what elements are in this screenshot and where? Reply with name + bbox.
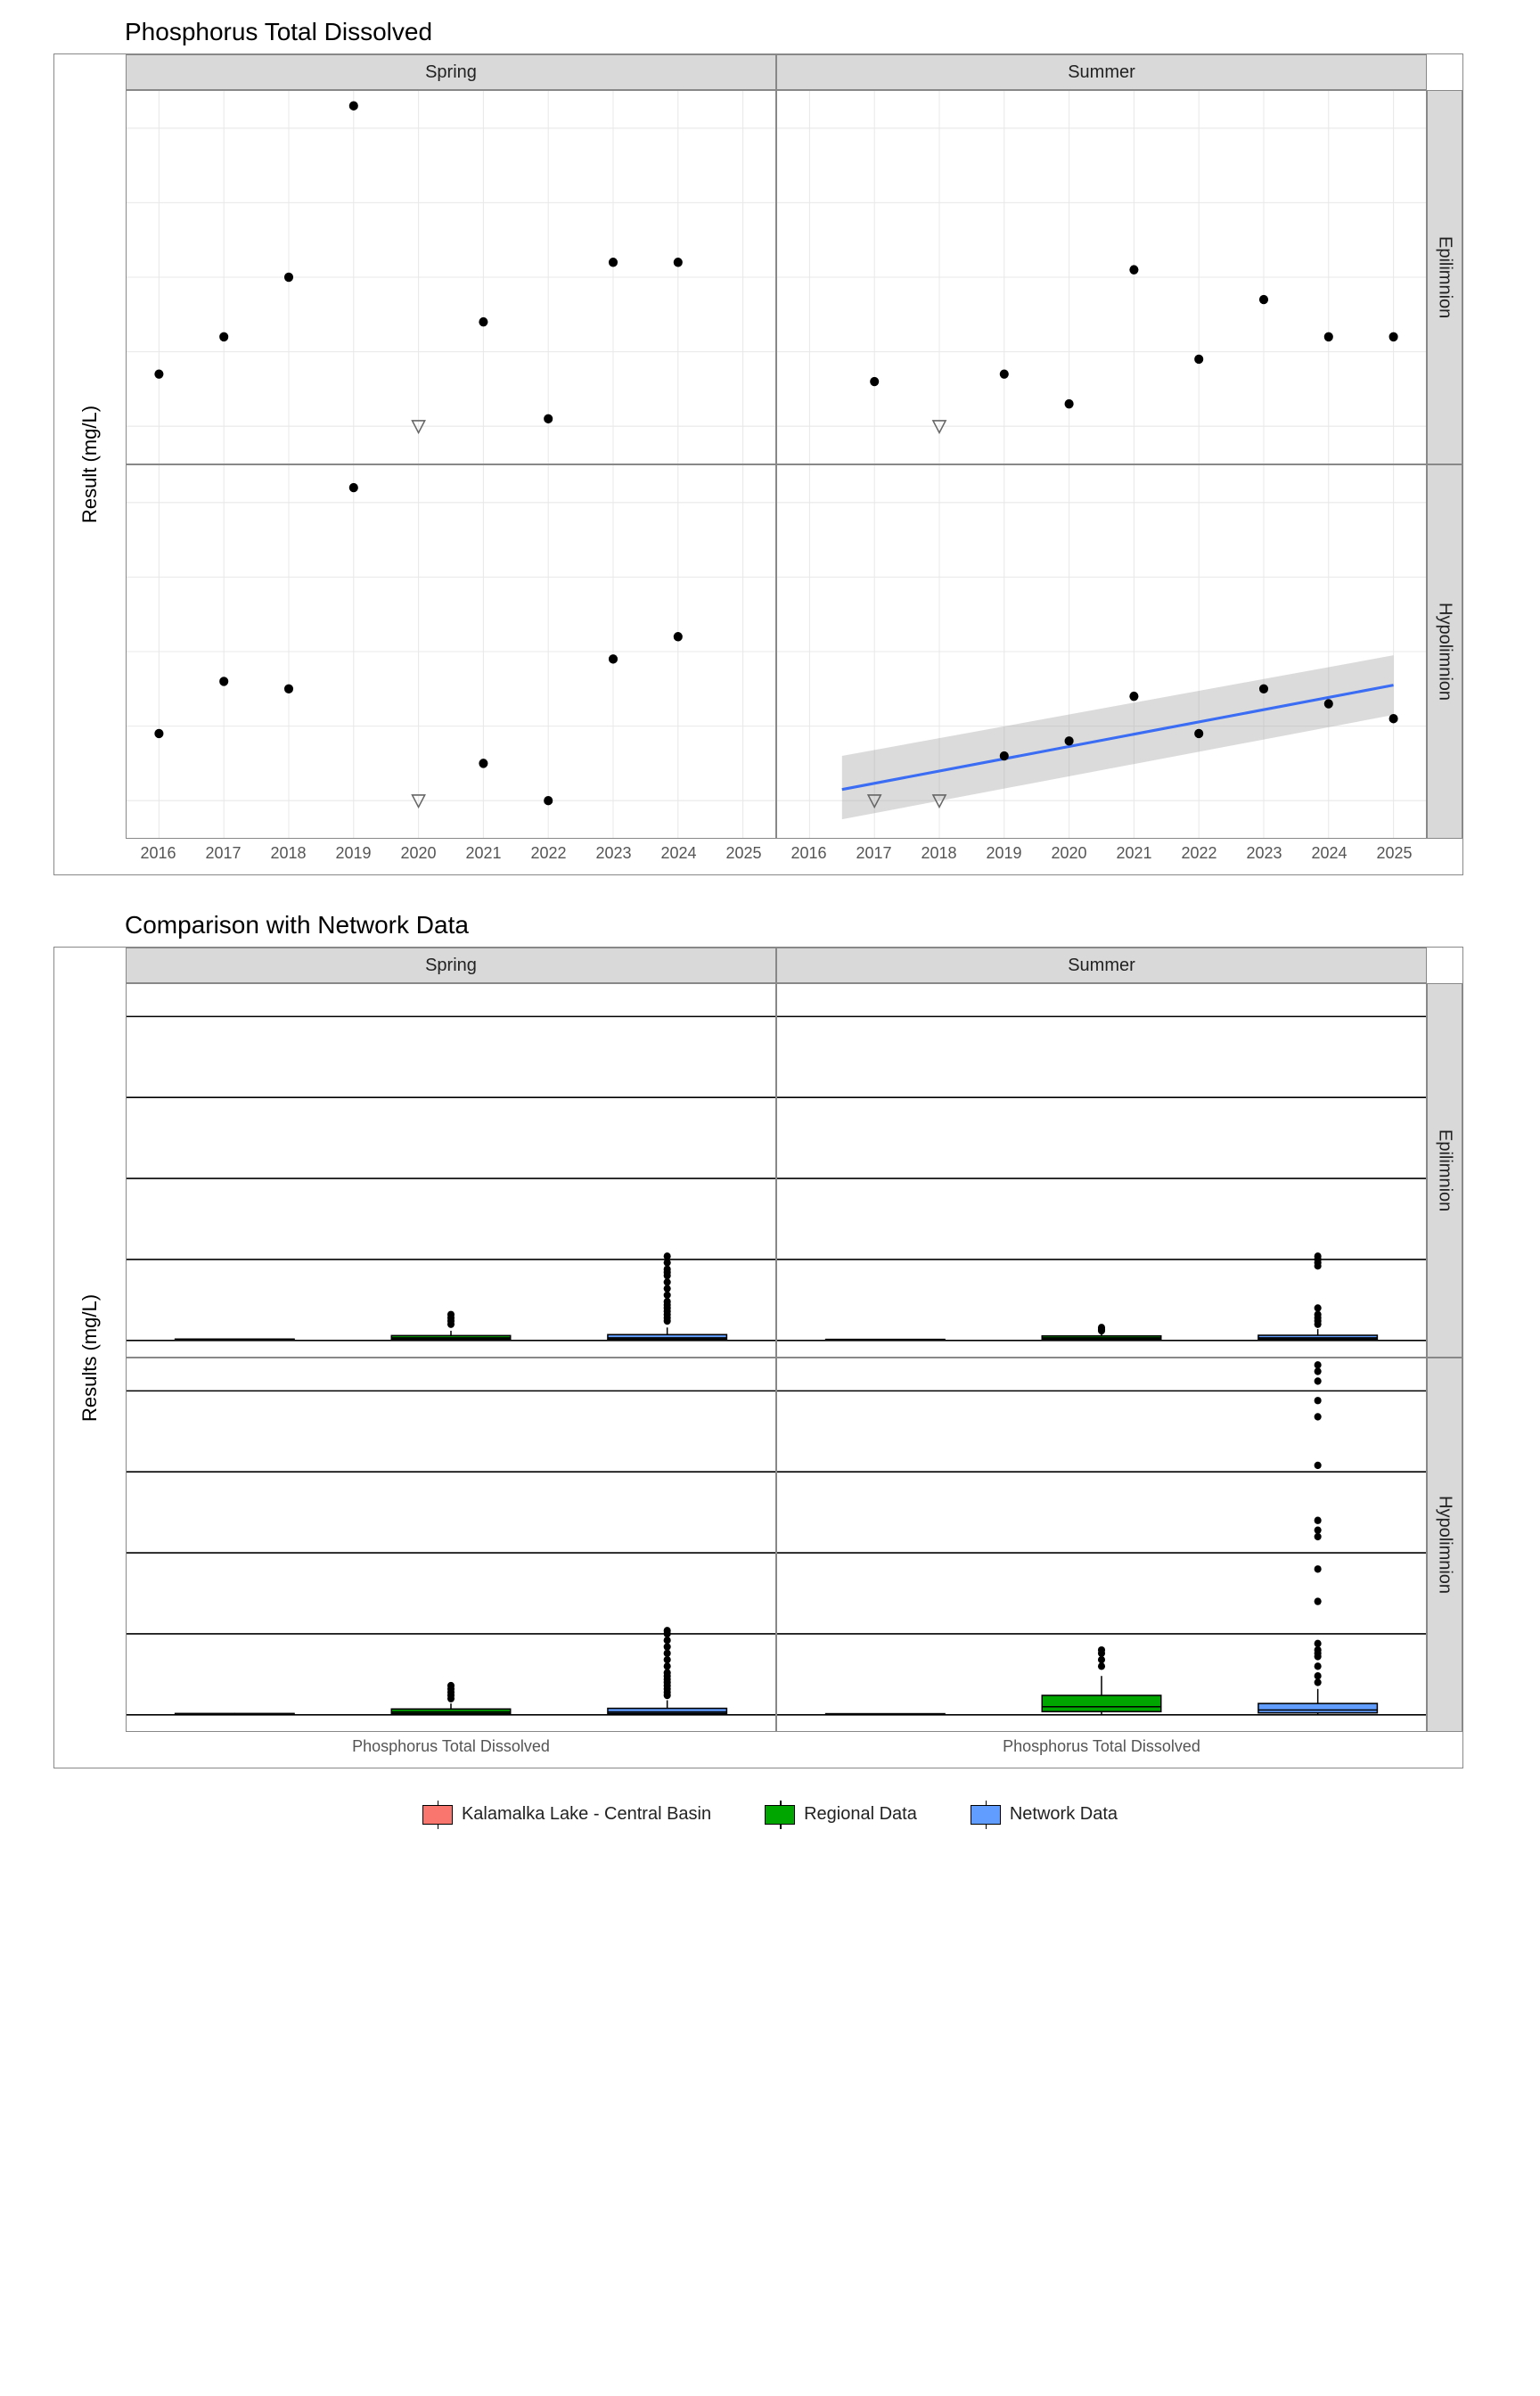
legend-swatch-icon [422, 1805, 453, 1825]
col-strip-summer: Summer [776, 54, 1427, 90]
panel-spring-epilimnion: 0.0060.005 0.0040.003 0.002 [126, 90, 776, 464]
panel-summer-epilimnion [776, 90, 1427, 464]
chart2-ylabel: Results (mg/L) [54, 948, 126, 1768]
legend-swatch-icon [765, 1805, 795, 1825]
panel2-spring-hypolimnion: 1.000.75 0.500.25 0.00 [126, 1358, 776, 1732]
chart1-facet-grid: Result (mg/L) Spring Summer 0.0060.005 0… [53, 53, 1463, 875]
panel-summer-hypolimnion [776, 464, 1427, 839]
panel2-spring-epilimnion: 1.000.75 0.500.25 0.00 [126, 983, 776, 1358]
row-strip-epilimnion: Epilimnion [1427, 983, 1462, 1358]
legend-item-network: Network Data [971, 1804, 1118, 1825]
chart2-facet-grid: Results (mg/L) Spring Summer 1.000.75 0.… [53, 947, 1463, 1768]
panel2-summer-epilimnion [776, 983, 1427, 1358]
row-strip-epilimnion: Epilimnion [1427, 90, 1462, 464]
legend-label: Kalamalka Lake - Central Basin [462, 1804, 711, 1825]
row-strip-hypolimnion: Hypolimnion [1427, 1358, 1462, 1732]
panel-spring-hypolimnion: 0.0060.005 0.0040.003 0.002 [126, 464, 776, 839]
chart2-x-ticks: Phosphorus Total Dissolved Phosphorus To… [126, 1732, 1427, 1768]
legend-item-regional: Regional Data [765, 1804, 917, 1825]
scatter-chart-block: Phosphorus Total Dissolved Result (mg/L)… [18, 18, 1522, 875]
row-strip-hypolimnion: Hypolimnion [1427, 464, 1462, 839]
col-strip-spring: Spring [126, 54, 776, 90]
col-strip-spring: Spring [126, 948, 776, 983]
legend-item-kalamalka: Kalamalka Lake - Central Basin [422, 1804, 711, 1825]
chart1-ylabel: Result (mg/L) [54, 54, 126, 874]
chart1-title: Phosphorus Total Dissolved [125, 18, 1522, 46]
panel2-summer-hypolimnion [776, 1358, 1427, 1732]
chart1-x-ticks: 20162017 20182019 20202021 20222023 2024… [126, 839, 1427, 874]
box-chart-block: Comparison with Network Data Results (mg… [18, 911, 1522, 1768]
legend-label: Regional Data [804, 1804, 917, 1825]
legend-label: Network Data [1010, 1804, 1118, 1825]
legend: Kalamalka Lake - Central Basin Regional … [18, 1804, 1522, 1825]
col-strip-summer: Summer [776, 948, 1427, 983]
legend-swatch-icon [971, 1805, 1001, 1825]
chart2-title: Comparison with Network Data [125, 911, 1522, 940]
